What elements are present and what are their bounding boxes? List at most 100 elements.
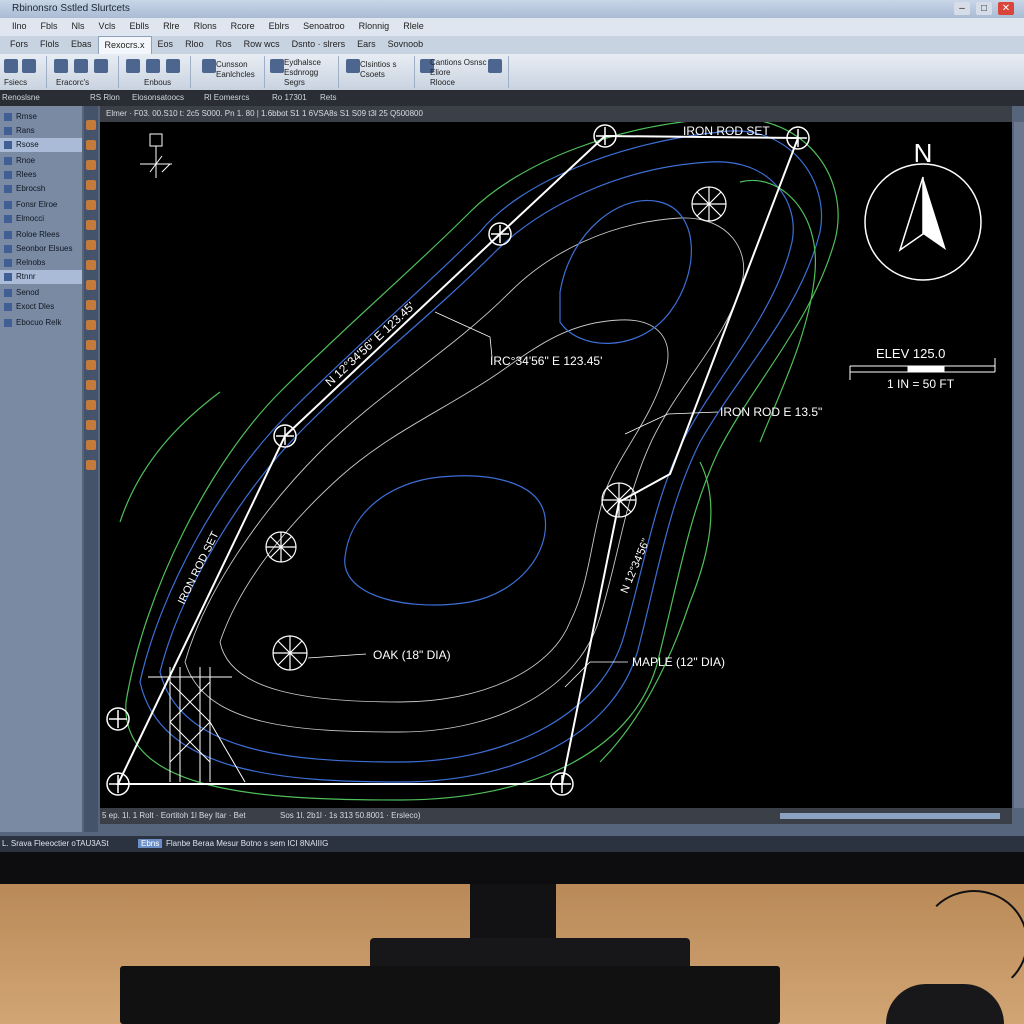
tab[interactable]: Flols [34, 36, 65, 54]
sidebar-item[interactable]: Fonsr Elroe [0, 198, 82, 212]
sidebar-item[interactable]: Seonbor Elsues [0, 242, 82, 256]
elevation-label: ELEV 125.0 [876, 346, 945, 361]
tab[interactable]: Row wcs [238, 36, 286, 54]
menu-item[interactable]: Rcore [225, 18, 261, 36]
menu-item[interactable]: Senoatroo [297, 18, 351, 36]
sidebar-item-label: Rnoe [16, 156, 36, 165]
tool-icon[interactable] [86, 260, 96, 270]
sidebar-item[interactable]: Ebrocsh [0, 182, 82, 196]
horizontal-scrollbar[interactable] [780, 813, 1000, 819]
sidebar-item[interactable]: Rtnnr [0, 270, 82, 284]
tab[interactable]: Ebas [65, 36, 98, 54]
tool-icon[interactable] [94, 59, 108, 73]
tool-icon[interactable] [86, 140, 96, 150]
sidebar-item[interactable]: Rlees [0, 168, 82, 182]
menu-item[interactable]: Rlonnig [353, 18, 396, 36]
sidebar-item-label: Fonsr Elroe [16, 200, 58, 209]
ribbon-group[interactable]: Cantions Osnsc Eliore Rlooce [416, 56, 509, 88]
menu-item[interactable]: Rlre [157, 18, 186, 36]
site-plan-drawing[interactable]: N ELEV 125.0 1 IN = 50 FT IRON ROD SET N… [100, 122, 1012, 808]
ribbon-group[interactable]: Clsintios s Csoets [342, 56, 415, 88]
tool-icon[interactable] [86, 240, 96, 250]
tool-icon[interactable] [86, 280, 96, 290]
tab[interactable]: Ears [351, 36, 382, 54]
menu-item[interactable]: Eblrs [263, 18, 296, 36]
oak-label: OAK (18" DIA) [373, 648, 451, 662]
close-button[interactable]: ✕ [998, 2, 1014, 15]
tool-icon[interactable] [86, 360, 96, 370]
ribbon-group[interactable]: Cunsson Eanlchcles [198, 56, 265, 88]
tool-icon[interactable] [86, 340, 96, 350]
tab[interactable]: Sovnoob [382, 36, 430, 54]
ribbon-group[interactable]: Eracorc's [48, 56, 119, 88]
tab[interactable]: Eos [152, 36, 180, 54]
minimize-button[interactable]: – [954, 2, 970, 15]
tool-icon[interactable] [86, 460, 96, 470]
sidebar-item[interactable]: Senod [0, 286, 82, 300]
sidebar-item[interactable]: Exoct Dles [0, 300, 82, 314]
right-marker-label: IRON ROD E 13.5" [720, 405, 822, 419]
layer-icon [4, 244, 12, 253]
command-item[interactable]: Elosonsatoocs [132, 93, 184, 102]
tab[interactable]: Ros [210, 36, 238, 54]
command-item[interactable]: RS Rlon [90, 93, 120, 102]
tool-icon[interactable] [4, 59, 18, 73]
maximize-button[interactable]: □ [976, 2, 992, 15]
menu-item[interactable]: Rlons [188, 18, 223, 36]
sidebar-item[interactable]: Ebocuo Relk [0, 316, 82, 330]
tool-icon[interactable] [86, 120, 96, 130]
tool-icon[interactable] [86, 400, 96, 410]
top-edge-label: IRON ROD SET [683, 124, 770, 138]
menu-item[interactable]: Eblls [124, 18, 156, 36]
sidebar-item[interactable]: Roloe Rlees [0, 228, 82, 242]
tool-icon[interactable] [22, 59, 36, 73]
tool-icon[interactable] [166, 59, 180, 73]
tool-icon[interactable] [86, 160, 96, 170]
tab[interactable]: Rloo [179, 36, 210, 54]
tool-icon[interactable] [86, 380, 96, 390]
tool-icon[interactable] [86, 200, 96, 210]
tool-icon[interactable] [86, 220, 96, 230]
tool-icon[interactable] [488, 59, 502, 73]
tool-icon[interactable] [86, 320, 96, 330]
sidebar-item[interactable]: Elmocci [0, 212, 82, 226]
tool-icon[interactable] [346, 59, 360, 73]
sidebar-item[interactable]: Rans [0, 124, 82, 138]
ribbon-group[interactable]: Fsiecs [0, 56, 47, 88]
ribbon-group[interactable]: Eydhalsce Esdnrogg Segrs [266, 56, 339, 88]
command-item[interactable]: Rl Eomesrcs [204, 93, 249, 102]
tool-icon[interactable] [54, 59, 68, 73]
tool-icon[interactable] [146, 59, 160, 73]
sidebar-item[interactable]: Relnobs [0, 256, 82, 270]
menu-item[interactable]: Ilno [6, 18, 33, 36]
menu-item[interactable]: Vcls [93, 18, 122, 36]
tree-symbol [601, 482, 637, 518]
tab[interactable]: Fors [4, 36, 34, 54]
vertical-scrollbar[interactable] [1014, 122, 1024, 808]
layer-icon [4, 258, 12, 267]
command-item[interactable]: Rets [320, 93, 336, 102]
tool-icon[interactable] [202, 59, 216, 73]
ribbon-group[interactable]: Enbous [120, 56, 191, 88]
sidebar-item[interactable]: Rmse [0, 110, 82, 124]
command-item[interactable]: Ro 17301 [272, 93, 307, 102]
tool-icon[interactable] [86, 420, 96, 430]
tool-icon[interactable] [270, 59, 284, 73]
sidebar-item[interactable]: Rnoe [0, 154, 82, 168]
tool-icon[interactable] [74, 59, 88, 73]
status-highlight[interactable]: Ebns [138, 839, 163, 848]
menu-item[interactable]: Fbls [35, 18, 64, 36]
tool-icon[interactable] [86, 300, 96, 310]
tool-icon[interactable] [86, 180, 96, 190]
menu-item[interactable]: Nls [66, 18, 91, 36]
sidebar-item-label: Roloe Rlees [16, 230, 60, 239]
menu-item[interactable]: Rlele [397, 18, 430, 36]
tool-icon[interactable] [86, 440, 96, 450]
drawing-canvas[interactable]: N ELEV 125.0 1 IN = 50 FT IRON ROD SET N… [100, 122, 1012, 808]
sidebar-item-label: Ebrocsh [16, 184, 46, 193]
scale-label: 1 IN = 50 FT [887, 377, 955, 391]
sidebar-item-selected[interactable]: Rsose [0, 138, 82, 152]
tab-active[interactable]: Rexocrs.x [97, 36, 152, 54]
tool-icon[interactable] [126, 59, 140, 73]
tab[interactable]: Dsnto · slrers [286, 36, 352, 54]
